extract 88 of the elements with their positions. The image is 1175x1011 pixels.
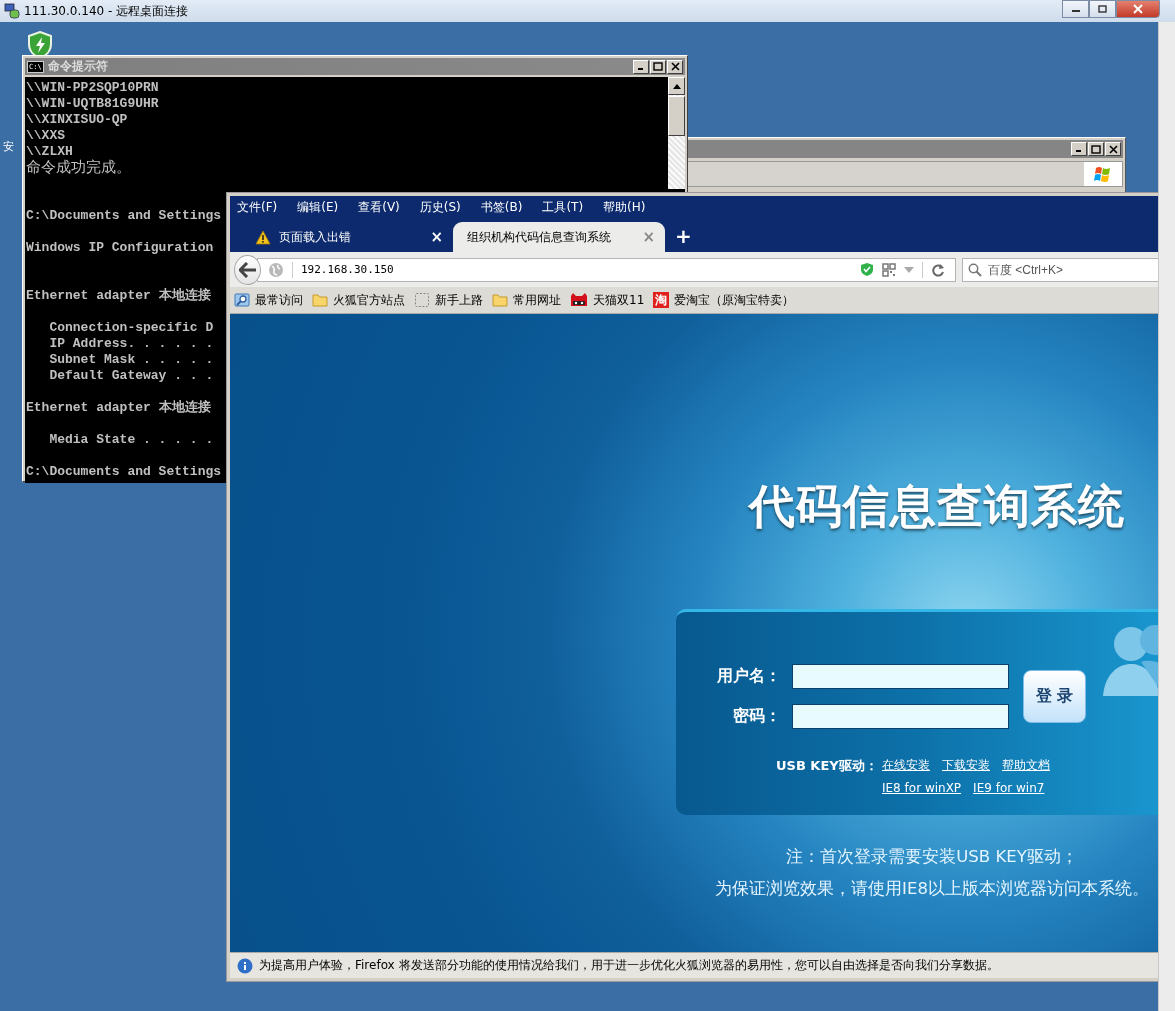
menu-item[interactable]: 帮助(H) (603, 198, 646, 216)
back-arrow-icon (238, 261, 257, 278)
console-line: Connection-specific D (48, 320, 214, 336)
console-line: \\XINXISUO-QP (26, 112, 128, 128)
password-field[interactable] (792, 704, 1009, 729)
console-line: IP Address. . . . . . (48, 336, 214, 352)
scrollbar[interactable] (668, 77, 685, 189)
link[interactable]: 帮助文档 (1002, 757, 1050, 775)
console-line: Subnet Mask . . . . . (48, 352, 214, 368)
window-title: 命令提示符 (47, 58, 108, 75)
menu-item[interactable]: 工具(T) (542, 198, 584, 216)
reload-icon[interactable] (931, 262, 945, 277)
cat-icon (570, 292, 588, 308)
console-line: \\XXS (26, 128, 65, 144)
windows-flag-icon (1094, 165, 1112, 183)
bookmark[interactable]: 最常访问 (234, 291, 303, 309)
search-icon (968, 262, 982, 277)
tab[interactable]: 组织机构代码信息查询系统 × (453, 222, 665, 252)
link[interactable]: 下载安装 (942, 757, 990, 775)
address-bar[interactable]: 192.168.30.150 (257, 257, 956, 282)
taobao-icon: 淘 (653, 292, 670, 308)
console-line: 命令成功完成。 (26, 160, 131, 178)
scroll-thumb[interactable] (668, 96, 685, 136)
maximize-icon (653, 62, 663, 71)
menu-item[interactable]: 书签(B) (480, 198, 523, 216)
close-icon (670, 62, 680, 71)
tab-label: 页面载入出错 (279, 228, 352, 246)
warning-icon (255, 229, 271, 245)
menu-item[interactable]: 历史(S) (419, 198, 461, 216)
window-title: 111.30.0.140 - 远程桌面连接 (24, 2, 189, 20)
console-line: Windows IP Configuration (26, 240, 214, 256)
close-icon (1133, 4, 1143, 14)
username-label: 用户名： (716, 666, 781, 687)
url-text: 192.168.30.150 (301, 263, 395, 276)
console-line: Ethernet adapter 本地连接 (26, 288, 211, 304)
dashed-square-icon (414, 292, 430, 308)
console-line: \\WIN-PP2SQP10PRN (26, 80, 159, 96)
bookmark[interactable]: 火狐官方站点 (312, 291, 405, 309)
restore-button[interactable] (1089, 0, 1116, 18)
console-line: \\ZLXH (26, 144, 73, 159)
maximize-button[interactable] (1088, 142, 1104, 156)
search-field[interactable]: 百度 <Ctrl+K> (962, 257, 1158, 282)
tab-label: 组织机构代码信息查询系统 (467, 228, 612, 246)
scroll-up-button[interactable] (668, 77, 685, 95)
notification-text: 为提高用户体验，Firefox 将发送部分功能的使用情况给我们，用于进一步优化火狐浏览器的易用性，您可以自由选择是否向我们分享数据。 (259, 957, 999, 974)
maximize-button[interactable] (650, 59, 666, 74)
maximize-icon (1091, 144, 1101, 154)
console-line: Media State . . . . . (48, 432, 214, 448)
info-icon (237, 957, 253, 974)
folder-icon (492, 293, 508, 307)
globe-icon (268, 261, 284, 278)
link[interactable]: IE8 for winXP (882, 781, 962, 795)
link[interactable]: 在线安装 (882, 757, 930, 775)
desktop-icon-label[interactable]: 安 (3, 139, 14, 154)
menu-item[interactable]: 查看(V) (358, 198, 400, 216)
close-icon (1108, 144, 1118, 154)
restore-icon (1097, 4, 1108, 14)
console-line: \\WIN-UQTB81G9UHR (26, 96, 159, 112)
login-button[interactable]: 登 录 (1023, 670, 1086, 723)
notice-text: 注：首次登录需要安装USB KEY驱动； (786, 846, 1078, 868)
console-line: C:\Documents and Settings (26, 208, 222, 224)
bookmark[interactable]: 新手上路 (414, 291, 483, 309)
console-line: Default Gateway . . . (48, 368, 214, 384)
up-arrow-icon (672, 83, 681, 89)
bookmark[interactable]: 天猫双11 (570, 291, 645, 309)
minimize-button[interactable] (1062, 0, 1089, 18)
console-line: C:\Documents and Settings (26, 464, 222, 480)
magnifier-icon (234, 292, 250, 308)
password-label: 密码： (732, 706, 781, 727)
link[interactable]: IE9 for win7 (973, 781, 1045, 795)
qr-code-icon[interactable] (882, 262, 896, 277)
console-line: Ethernet adapter 本地连接 (26, 400, 211, 416)
close-tab-button[interactable]: × (430, 228, 443, 246)
bookmark[interactable]: 常用网址 (492, 291, 561, 309)
bookmark[interactable]: 淘 爱淘宝（原淘宝特卖） (653, 291, 795, 309)
folder-icon (312, 293, 328, 307)
monitor-icon (4, 3, 20, 19)
usb-key-label: USB KEY驱动： (776, 757, 879, 775)
scrollbar[interactable] (1158, 22, 1175, 1011)
menu-item[interactable]: 编辑(E) (297, 198, 339, 216)
menu-item[interactable]: 文件(F) (237, 198, 278, 216)
back-button[interactable] (234, 254, 261, 285)
shield-icon[interactable] (860, 262, 874, 277)
notice-text: 为保证浏览效果，请使用IE8以上版本浏览器访问本系统。 (715, 878, 1149, 900)
username-field[interactable] (792, 664, 1009, 689)
page-title: 代码信息查询系统 (749, 479, 1125, 533)
new-tab-button[interactable]: + (675, 224, 692, 248)
tab[interactable]: 页面载入出错 × (241, 222, 453, 252)
